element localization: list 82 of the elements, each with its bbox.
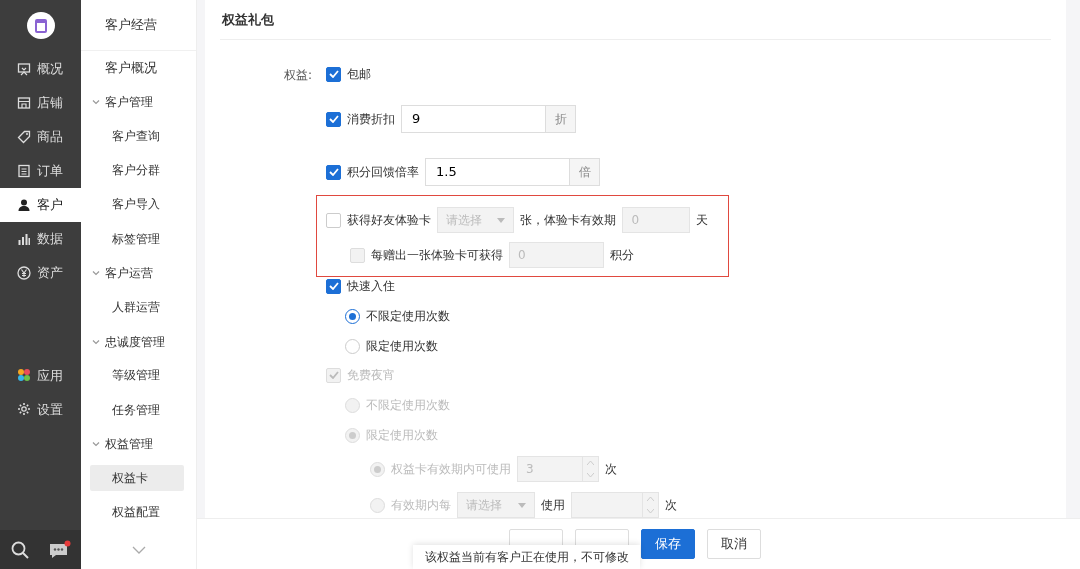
label: 权益卡有效期内可使用 bbox=[391, 461, 511, 478]
bar-chart-icon bbox=[17, 231, 31, 246]
nav-group[interactable]: 忠诚度管理 bbox=[81, 324, 196, 359]
nav-item[interactable]: 人群运营 bbox=[90, 294, 184, 320]
logo-icon bbox=[33, 17, 48, 34]
spin-up-icon bbox=[587, 461, 594, 465]
input-field[interactable] bbox=[571, 492, 659, 518]
check-icon bbox=[328, 282, 339, 290]
label: 有效期内每 bbox=[391, 497, 451, 514]
nav-item[interactable]: 商品 bbox=[0, 119, 81, 154]
store-icon bbox=[17, 96, 31, 110]
label: 获得好友体验卡 bbox=[347, 212, 431, 229]
person-icon bbox=[17, 197, 31, 212]
label: 快速入住 bbox=[347, 278, 395, 295]
nav-item[interactable]: 资产 bbox=[0, 255, 81, 290]
apps-icon bbox=[17, 368, 31, 383]
label: 消费折扣 bbox=[347, 111, 395, 128]
check-icon bbox=[328, 70, 339, 78]
nav-item[interactable]: 概况 bbox=[0, 52, 81, 87]
label: 限定使用次数 bbox=[366, 427, 438, 444]
label: 包邮 bbox=[347, 66, 371, 83]
label: 不限定使用次数 bbox=[366, 308, 450, 325]
spin-down-icon bbox=[647, 509, 654, 513]
nav-item[interactable]: 权益卡 bbox=[90, 465, 184, 491]
label: 次 bbox=[665, 497, 677, 514]
nav-item[interactable]: 客户 bbox=[0, 187, 81, 222]
nav-item[interactable]: 店铺 bbox=[0, 86, 81, 120]
footer-button[interactable]: 取消 bbox=[707, 529, 761, 559]
checkbox[interactable] bbox=[326, 164, 341, 180]
label: 次 bbox=[605, 461, 617, 478]
input-field[interactable]: 9 bbox=[401, 105, 546, 133]
label: 使用 bbox=[541, 497, 565, 514]
label: 每赠出一张体验卡可获得 bbox=[371, 247, 503, 264]
label: 不限定使用次数 bbox=[366, 397, 450, 414]
label: 限定使用次数 bbox=[366, 338, 438, 355]
nav-item[interactable]: 客户导入 bbox=[90, 191, 184, 217]
nav-item[interactable]: 标签管理 bbox=[90, 225, 184, 252]
yen-icon bbox=[17, 265, 31, 280]
monitor-icon bbox=[17, 62, 31, 77]
warning-toast: 该权益当前有客户正在使用，不可修改 bbox=[413, 545, 640, 569]
section-title: 权益礼包 bbox=[220, 0, 1051, 40]
nav-group[interactable]: 权益管理 bbox=[81, 427, 196, 462]
chat-icon[interactable] bbox=[49, 539, 72, 560]
label: 积分回馈倍率 bbox=[347, 164, 419, 181]
caret-icon bbox=[518, 502, 526, 508]
radio-button[interactable] bbox=[345, 308, 360, 324]
nav-group[interactable]: 客户运营 bbox=[81, 256, 196, 291]
nav-title: 客户经营 bbox=[81, 0, 196, 51]
nav-item[interactable]: 任务管理 bbox=[90, 397, 184, 423]
checkbox[interactable] bbox=[326, 66, 341, 82]
save-button[interactable]: 保存 bbox=[641, 529, 695, 559]
nav-item[interactable]: 等级管理 bbox=[90, 362, 184, 388]
label: 天 bbox=[696, 212, 708, 229]
field-label: 权益: bbox=[283, 68, 312, 82]
logo[interactable] bbox=[26, 12, 55, 40]
nav-item[interactable]: 订单 bbox=[0, 153, 81, 188]
unit-label: 倍 bbox=[570, 158, 600, 186]
search-icon[interactable] bbox=[9, 539, 30, 560]
nav-group[interactable]: 客户管理 bbox=[81, 84, 196, 119]
nav-item[interactable]: 权益配置 bbox=[90, 499, 184, 526]
nav-item[interactable]: 设置 bbox=[0, 392, 81, 427]
tag-icon bbox=[17, 129, 31, 144]
label: 张，体验卡有效期 bbox=[520, 212, 617, 229]
nav-item[interactable]: 客户概况 bbox=[81, 50, 196, 85]
spin-down-icon bbox=[587, 473, 594, 477]
caret-icon bbox=[497, 217, 506, 223]
settings-icon bbox=[17, 402, 31, 417]
document-icon bbox=[17, 163, 31, 178]
label: 积分 bbox=[610, 247, 634, 264]
checkbox[interactable] bbox=[326, 111, 341, 127]
nav-item[interactable]: 数据 bbox=[0, 221, 81, 256]
label: 免费夜宵 bbox=[347, 367, 395, 384]
nav-item[interactable]: 应用 bbox=[0, 358, 81, 393]
checkbox[interactable] bbox=[326, 278, 341, 294]
check-icon bbox=[328, 168, 339, 176]
check-icon bbox=[328, 115, 339, 123]
unit-label: 折 bbox=[546, 105, 576, 133]
nav-item[interactable]: 客户查询 bbox=[90, 122, 184, 149]
spin-up-icon bbox=[647, 497, 654, 501]
nav-item[interactable]: 客户分群 bbox=[90, 157, 184, 183]
check-icon bbox=[328, 371, 339, 379]
input-field[interactable]: 1.5 bbox=[425, 158, 570, 186]
